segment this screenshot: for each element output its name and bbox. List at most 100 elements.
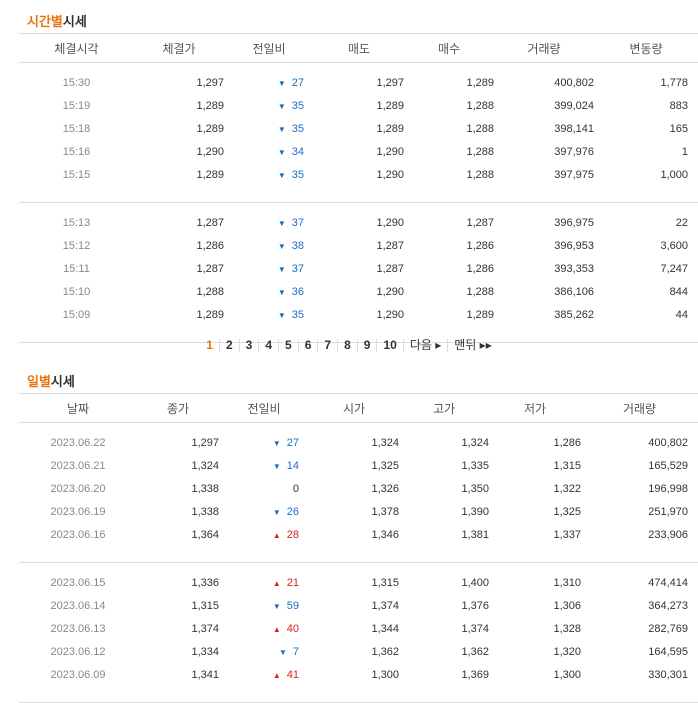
- change-number: 37: [291, 216, 304, 229]
- cell-low: 1,286: [553, 436, 581, 449]
- cell-low: 1,337: [553, 528, 581, 541]
- page-link-10[interactable]: 10: [376, 339, 402, 352]
- page-link-1[interactable]: 1: [200, 339, 219, 352]
- page-link-3[interactable]: 3: [238, 339, 259, 352]
- header-bid: 매수: [404, 33, 494, 63]
- row-divider: [19, 546, 698, 563]
- cell-low: 1,306: [553, 599, 581, 612]
- table-row: 2023.06.21 1,324 ▼ 14 1,325 1,335 1,315 165,529: [19, 454, 698, 477]
- table-row: 15:18 1,289 ▼ 35 1,289 1,288 398,141 165: [19, 117, 698, 140]
- cell-delta: 1,000: [660, 168, 688, 181]
- arrow-down-icon: ▼: [272, 601, 281, 611]
- change-number: 35: [291, 168, 304, 181]
- arrow-down-icon: ▼: [277, 310, 286, 320]
- cell-bid: 1,289: [466, 76, 494, 89]
- arrow-down-icon: ▼: [272, 438, 281, 448]
- daily-price-table: 날짜 종가 전일비 시가 고가 저가 거래량 2023.06.22 1,297 ▼ 2…: [19, 393, 698, 703]
- cell-high: 1,374: [461, 622, 489, 635]
- cell-bid: 1,288: [466, 99, 494, 112]
- cell-close: 1,334: [191, 645, 219, 658]
- cell-low: 1,322: [553, 482, 581, 495]
- cell-price: 1,289: [196, 168, 224, 181]
- cell-ask: 1,297: [376, 76, 404, 89]
- cell-volume: 386,106: [554, 285, 594, 298]
- cell-change: ▼ 35: [224, 117, 314, 140]
- change-number: 59: [286, 599, 299, 612]
- page-link-2[interactable]: 2: [218, 339, 239, 352]
- cell-change: ▼ 14: [219, 454, 309, 477]
- cell-open: 1,326: [371, 482, 399, 495]
- cell-ask: 1,290: [376, 168, 404, 181]
- change-value: ▼ 35: [278, 123, 304, 135]
- cell-volume: 398,141: [554, 122, 594, 135]
- header-low: 저가: [489, 393, 581, 423]
- cell-date: 2023.06.20: [50, 482, 106, 495]
- cell-price: 1,289: [196, 122, 224, 135]
- cell-high: 1,400: [461, 576, 489, 589]
- row-divider: [19, 203, 698, 212]
- cell-time: 15:18: [62, 122, 91, 135]
- cell-open: 1,374: [371, 599, 399, 612]
- page-link-8[interactable]: 8: [337, 339, 357, 352]
- arrow-up-icon: ▲: [272, 670, 281, 680]
- change-number: 37: [291, 262, 304, 275]
- header-date: 날짜: [19, 393, 137, 423]
- cell-volume: 396,953: [554, 239, 594, 252]
- next-page-link[interactable]: 다음 ▸: [402, 339, 447, 352]
- cell-change: ▼ 36: [224, 280, 314, 303]
- change-value: ▲ 21: [273, 577, 299, 589]
- cell-close: 1,338: [191, 482, 219, 495]
- cell-change: ▲ 40: [219, 617, 309, 640]
- cell-close: 1,374: [191, 622, 219, 635]
- cell-low: 1,310: [553, 576, 581, 589]
- last-page-link[interactable]: 맨뒤 ▸▸: [447, 339, 497, 352]
- page-link-6[interactable]: 6: [297, 339, 318, 352]
- time-price-table: 체결시각 체결가 전일비 매도 매수 거래량 변동량 15:30 1,297 ▼ 27…: [19, 33, 698, 343]
- cell-volume: 251,970: [648, 505, 688, 518]
- table-row: 15:19 1,289 ▼ 35 1,289 1,288 399,024 883: [19, 94, 698, 117]
- cell-volume: 282,769: [648, 622, 688, 635]
- cell-date: 2023.06.15: [50, 576, 106, 589]
- page-link-4[interactable]: 4: [258, 339, 278, 352]
- daily-section-title: 일별시세: [27, 371, 75, 390]
- change-number: 0: [292, 482, 299, 495]
- page-link-9[interactable]: 9: [356, 339, 377, 352]
- page-link-5[interactable]: 5: [278, 339, 298, 352]
- cell-open: 1,300: [371, 668, 399, 681]
- cell-price: 1,287: [196, 216, 224, 229]
- cell-high: 1,362: [461, 645, 489, 658]
- cell-open: 1,325: [371, 459, 399, 472]
- cell-volume: 474,414: [648, 576, 688, 589]
- arrow-up-icon: ▲: [272, 578, 281, 588]
- cell-volume: 397,976: [554, 145, 594, 158]
- cell-time: 15:15: [62, 168, 91, 181]
- cell-change: ▼ 35: [224, 163, 314, 186]
- table-row: 15:15 1,289 ▼ 35 1,290 1,288 397,975 1,000: [19, 163, 698, 186]
- cell-change: ▼ 38: [224, 234, 314, 257]
- change-value: ▼ 27: [273, 437, 299, 449]
- cell-bid: 1,288: [466, 145, 494, 158]
- cell-delta: 844: [669, 285, 688, 298]
- cell-volume: 400,802: [554, 76, 594, 89]
- change-number: 36: [291, 285, 304, 298]
- change-value: ▼ 38: [278, 240, 304, 252]
- cell-volume: 400,802: [648, 436, 688, 449]
- page-link-7[interactable]: 7: [317, 339, 337, 352]
- cell-ask: 1,290: [376, 308, 404, 321]
- time-title-accent: 시간별: [27, 14, 63, 29]
- cell-volume: 399,024: [554, 99, 594, 112]
- cell-price: 1,289: [196, 308, 224, 321]
- header-high: 고가: [399, 393, 489, 423]
- change-number: 27: [286, 436, 299, 449]
- cell-ask: 1,290: [376, 216, 404, 229]
- arrow-down-icon: ▼: [277, 124, 286, 134]
- change-number: 35: [291, 99, 304, 112]
- header-change: 전일비: [219, 393, 309, 423]
- change-number: 26: [286, 505, 299, 518]
- change-value: ▼ 14: [273, 460, 299, 472]
- change-value: ▼ 35: [278, 169, 304, 181]
- cell-ask: 1,290: [376, 145, 404, 158]
- cell-volume: 396,975: [554, 216, 594, 229]
- table-row: 15:12 1,286 ▼ 38 1,287 1,286 396,953 3,600: [19, 234, 698, 257]
- arrow-down-icon: ▼: [277, 170, 286, 180]
